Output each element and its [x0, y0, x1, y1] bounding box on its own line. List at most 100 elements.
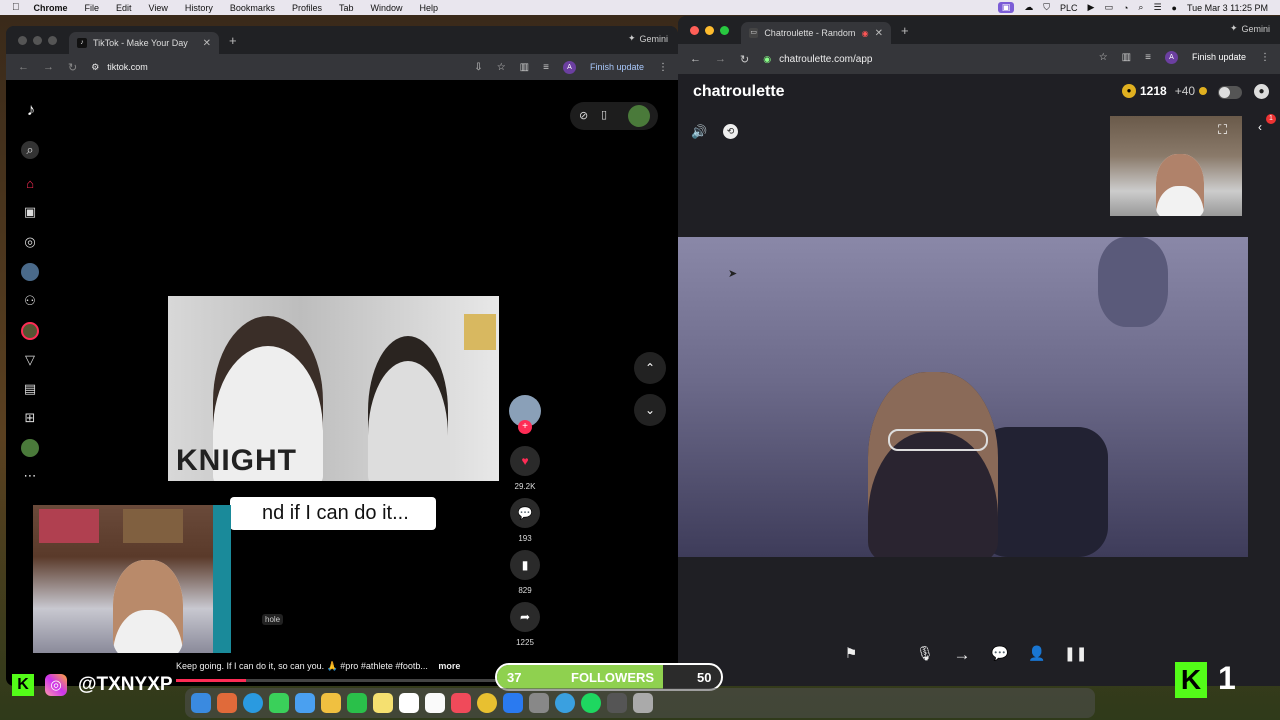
reading-list-icon[interactable]: ≡	[543, 62, 549, 73]
profile-icon[interactable]	[21, 439, 39, 457]
chat-bubble-icon[interactable]: 💬	[989, 645, 1011, 663]
theme-toggle[interactable]	[1218, 86, 1242, 99]
status-plc[interactable]: PLC	[1060, 3, 1078, 13]
trash-icon[interactable]	[633, 693, 653, 713]
account-icon[interactable]: ●	[1254, 84, 1269, 99]
menu-help[interactable]: Help	[419, 3, 438, 13]
menu-bookmarks[interactable]: Bookmarks	[230, 3, 275, 13]
shop-icon[interactable]: ▣	[21, 203, 39, 221]
menu-tab[interactable]: Tab	[339, 3, 354, 13]
new-tab-button[interactable]: +	[229, 33, 237, 48]
menu-file[interactable]: File	[85, 3, 100, 13]
menu-window[interactable]: Window	[370, 3, 402, 13]
back-icon[interactable]: ←	[690, 53, 701, 66]
search-icon[interactable]: ⌕	[1138, 2, 1143, 13]
reading-list-icon[interactable]: ≡	[1145, 52, 1151, 63]
tab-tiktok[interactable]: ♪ TikTok - Make Your Day ✕	[69, 32, 219, 54]
camera-switch-icon[interactable]: ⟲	[723, 124, 738, 139]
progress-bar[interactable]	[176, 679, 496, 682]
menu-history[interactable]: History	[185, 3, 213, 13]
video-player[interactable]: KNIGHT	[168, 296, 499, 481]
more-menu-icon[interactable]: ⋮	[658, 62, 668, 73]
chevron-left-icon[interactable]: ‹	[1258, 120, 1262, 134]
menu-edit[interactable]: Edit	[116, 3, 132, 13]
save-button[interactable]: ▮	[510, 550, 540, 580]
install-icon[interactable]: ⇩	[474, 62, 482, 73]
user-avatar[interactable]	[628, 105, 650, 127]
compass-icon[interactable]: ⊘	[579, 109, 588, 122]
menu-profiles[interactable]: Profiles	[292, 3, 322, 13]
messages-icon[interactable]: ▽	[21, 351, 39, 369]
messages-icon[interactable]	[269, 693, 289, 713]
play-icon[interactable]: ▶	[1088, 2, 1095, 13]
profile-avatar[interactable]: A	[562, 60, 576, 74]
battery-icon[interactable]: ▭	[1104, 2, 1113, 13]
music-icon[interactable]	[451, 693, 471, 713]
safari-icon[interactable]	[243, 693, 263, 713]
reload-icon[interactable]: ↻	[68, 61, 77, 74]
minimize-dot[interactable]	[33, 35, 42, 45]
wifi-icon[interactable]: ◔	[1123, 3, 1128, 13]
reminders-icon[interactable]	[399, 693, 419, 713]
like-button[interactable]: ♥	[510, 446, 540, 476]
minimize-dot[interactable]	[705, 25, 714, 35]
comment-button[interactable]: 💬	[510, 498, 540, 528]
gemini-button[interactable]: ✦ Gemini	[628, 33, 668, 44]
zoom-dot[interactable]	[48, 35, 57, 45]
volume-icon[interactable]: 🔊	[691, 124, 707, 140]
mobile-icon[interactable]: ▯	[601, 108, 607, 121]
address-bar[interactable]: ◉ chatroulette.com/app	[763, 54, 872, 65]
chevron-up-icon[interactable]: ⌃	[634, 352, 666, 384]
share-button[interactable]: ➦	[510, 602, 540, 632]
more-link[interactable]: more	[438, 661, 460, 671]
forward-icon[interactable]: →	[715, 53, 726, 66]
finder-icon[interactable]	[191, 693, 211, 713]
apple-icon[interactable]: 	[12, 2, 20, 13]
tab-chatroulette[interactable]: ▭ Chatroulette - Random vi ◉ ✕	[741, 22, 891, 44]
upload-icon[interactable]: ⊞	[21, 409, 39, 427]
close-dot[interactable]	[690, 25, 699, 35]
calendar-icon[interactable]	[425, 693, 445, 713]
activity-icon[interactable]: ▤	[21, 380, 39, 398]
close-tab-icon[interactable]: ✕	[203, 38, 211, 49]
spotify-icon[interactable]	[581, 693, 601, 713]
report-flag-icon[interactable]: ⚑	[840, 645, 862, 663]
coin-balance[interactable]: ● 1218 +40	[1122, 84, 1208, 98]
chevron-down-icon[interactable]: ⌄	[634, 394, 666, 426]
bookmark-star-icon[interactable]: ☆	[1099, 52, 1108, 63]
friends-icon[interactable]: ⚇	[21, 292, 39, 310]
downloads-icon[interactable]	[607, 693, 627, 713]
zoom-dot[interactable]	[720, 25, 729, 35]
photos-icon[interactable]	[321, 693, 341, 713]
reload-icon[interactable]: ↻	[740, 53, 749, 66]
explore-icon[interactable]: ◎	[21, 233, 39, 251]
live-icon[interactable]	[21, 322, 39, 340]
finish-update-button[interactable]: Finish update	[590, 62, 644, 72]
menu-view[interactable]: View	[149, 3, 168, 13]
tiktok-logo[interactable]: ♪	[21, 100, 41, 120]
control-center-icon[interactable]: ☰	[1153, 2, 1161, 13]
profile-avatar[interactable]: A	[1164, 50, 1178, 64]
next-arrow-icon[interactable]: →	[951, 645, 973, 664]
split-view-icon[interactable]: ▥	[1122, 52, 1131, 63]
split-view-icon[interactable]: ▥	[520, 62, 529, 73]
address-bar[interactable]: ⚙ tiktok.com	[91, 62, 148, 73]
more-menu-icon[interactable]: ⋮	[1260, 52, 1270, 63]
menu-app-name[interactable]: Chrome	[34, 3, 68, 13]
new-tab-button[interactable]: +	[901, 23, 909, 38]
forward-icon[interactable]: →	[43, 61, 54, 74]
add-friend-icon[interactable]: 👤	[1026, 645, 1048, 663]
follow-plus-icon[interactable]: +	[518, 420, 532, 434]
site-settings-icon[interactable]: ◉	[763, 54, 771, 65]
site-settings-icon[interactable]: ⚙	[91, 62, 99, 73]
facetime-icon[interactable]	[347, 693, 367, 713]
following-avatar-icon[interactable]	[21, 263, 39, 281]
back-icon[interactable]: ←	[18, 61, 29, 74]
launchpad-icon[interactable]	[217, 693, 237, 713]
finish-update-button[interactable]: Finish update	[1192, 52, 1246, 62]
telegram-icon[interactable]	[555, 693, 575, 713]
close-tab-icon[interactable]: ✕	[875, 28, 883, 39]
cloud-icon[interactable]: ☁	[1024, 2, 1033, 13]
home-icon[interactable]: ⌂	[21, 175, 39, 193]
microphone-icon[interactable]: 🎙	[914, 645, 936, 663]
